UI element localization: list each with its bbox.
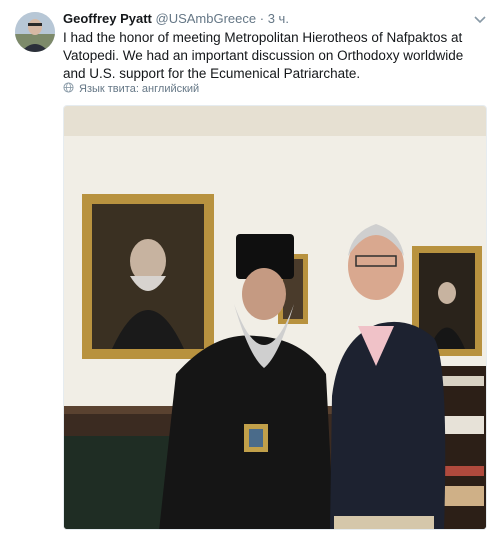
tweet-photo[interactable] — [63, 105, 487, 530]
globe-icon — [63, 82, 74, 96]
tweet-header: Geoffrey Pyatt @USAmbGreece · 3 ч. — [63, 10, 460, 28]
separator-dot: · — [259, 11, 265, 26]
author-handle[interactable]: @USAmbGreece — [156, 11, 257, 26]
author-name[interactable]: Geoffrey Pyatt — [63, 11, 152, 26]
translate-link[interactable]: Язык твита: английский — [63, 82, 199, 96]
avatar[interactable] — [15, 12, 55, 52]
chevron-down-icon[interactable] — [472, 12, 488, 28]
timestamp[interactable]: 3 ч. — [268, 11, 289, 26]
tweet-text: I had the honor of meeting Metropolitan … — [63, 30, 464, 81]
photo-image — [64, 106, 486, 529]
tweet: Geoffrey Pyatt @USAmbGreece · 3 ч. I had… — [0, 0, 500, 537]
translate-label: Язык твита: английский — [79, 83, 200, 95]
